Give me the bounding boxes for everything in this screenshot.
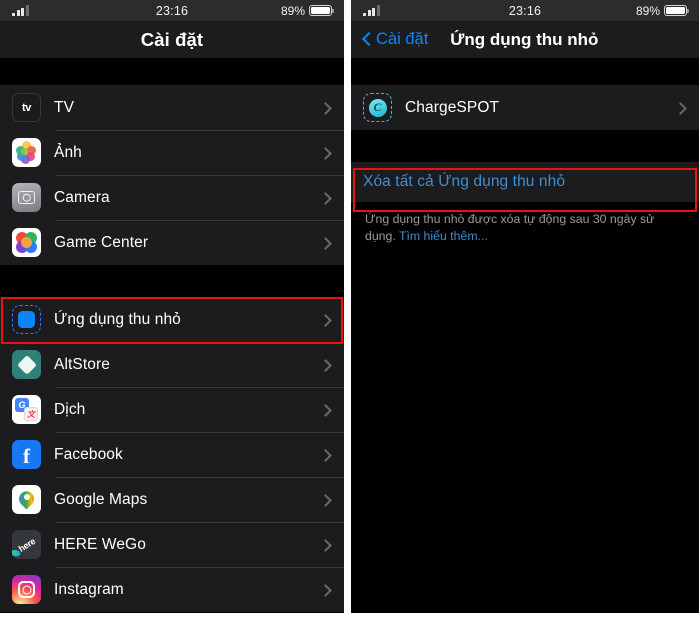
chevron-right-icon [323,235,332,250]
chevron-right-icon [323,492,332,507]
sidebar-item-facebook[interactable]: f Facebook [0,432,344,477]
chevron-right-icon [323,447,332,462]
sidebar-item-photos[interactable]: Ảnh [0,130,344,175]
chargespot-icon-label: C [368,98,387,117]
learn-more-link[interactable]: Tìm hiểu thêm... [399,229,488,243]
facebook-icon-label: f [23,443,30,468]
apple-tv-icon-label: tv [22,101,31,114]
sidebar-item-label: Camera [54,188,110,206]
nav-bar-left: Cài đặt [0,21,344,58]
apple-tv-icon: tv [12,93,41,122]
sidebar-item-altstore[interactable]: AltStore [0,342,344,387]
google-maps-icon [12,485,41,514]
battery-percent-label: 89% [280,3,305,18]
settings-group-1: tv TV Ảnh Camera Game Center [0,85,344,265]
list-top-gap [0,58,344,85]
translate-icon: G 文 [12,395,41,424]
sidebar-item-label: HERE WeGo [54,535,146,553]
sidebar-item-label: Dịch [54,400,86,418]
left-phone-screen: 23:16 89% Cài đặt tv TV Ảnh Camera Game … [0,0,344,613]
chevron-right-icon [323,582,332,597]
status-bar-right: 23:16 89% [351,0,699,21]
here-wego-icon-label: here [16,535,37,554]
settings-group-2: Ứng dụng thu nhỏ AltStore G 文 Dịch f Fac… [0,297,344,612]
facebook-icon: f [12,440,41,469]
sidebar-item-label: Ứng dụng thu nhỏ [54,310,181,328]
sidebar-item-translate[interactable]: G 文 Dịch [0,387,344,432]
chevron-right-icon [678,100,687,115]
list-group-gap [0,265,344,297]
list-top-gap [351,58,699,85]
right-phone-screen: 23:16 89% Cài đặt Ứng dụng thu nhỏ C Cha… [351,0,699,613]
sidebar-item-camera[interactable]: Camera [0,175,344,220]
instagram-icon [12,575,41,604]
sidebar-item-instagram[interactable]: Instagram [0,567,344,612]
altstore-icon [12,350,41,379]
sidebar-item-app-clips[interactable]: Ứng dụng thu nhỏ [0,297,344,342]
sidebar-item-here-wego[interactable]: here HERE WeGo [0,522,344,567]
delete-all-app-clips-button[interactable]: Xóa tất cả Ứng dụng thu nhỏ [351,162,699,202]
camera-icon [12,183,41,212]
app-clips-detail: C ChargeSPOT Xóa tất cả Ứng dụng thu nhỏ… [351,58,699,613]
footer-note: Ứng dụng thu nhỏ được xóa tự động sau 30… [351,202,699,244]
app-clips-icon [12,305,41,334]
delete-all-group: Xóa tất cả Ứng dụng thu nhỏ [351,162,699,202]
chevron-right-icon [323,190,332,205]
sidebar-item-label: Google Maps [54,490,148,508]
sidebar-item-label: Ảnh [54,143,82,161]
chevron-right-icon [323,145,332,160]
nav-bar-right: Cài đặt Ứng dụng thu nhỏ [351,21,699,58]
sidebar-item-label: TV [54,98,75,116]
back-button[interactable]: Cài đặt [363,30,428,49]
sidebar-item-label: AltStore [54,355,110,373]
sidebar-item-label: Instagram [54,580,124,598]
back-button-label: Cài đặt [376,30,429,48]
page-title: Ứng dụng thu nhỏ [450,29,599,49]
chevron-right-icon [323,537,332,552]
delete-all-app-clips-label: Xóa tất cả Ứng dụng thu nhỏ [363,173,566,190]
battery-full-icon [309,4,334,17]
chevron-right-icon [323,100,332,115]
sidebar-item-tv[interactable]: tv TV [0,85,344,130]
chevron-right-icon [323,357,332,372]
list-item-chargespot[interactable]: C ChargeSPOT [351,85,699,130]
chargespot-icon: C [363,93,392,122]
battery-percent-label: 89% [635,3,660,18]
sidebar-item-label: Facebook [54,445,123,463]
chevron-left-icon [363,32,372,48]
sidebar-item-game-center[interactable]: Game Center [0,220,344,265]
screenshot-stage: 23:16 89% Cài đặt tv TV Ảnh Camera Game … [0,0,700,641]
status-bar-left: 23:16 89% [0,0,344,21]
settings-list: tv TV Ảnh Camera Game Center Ứng dụng th… [0,58,344,613]
battery-full-icon [664,4,689,17]
chevron-right-icon [323,402,332,417]
here-wego-icon: here [12,530,41,559]
sidebar-item-label: Game Center [54,233,149,251]
chevron-right-icon [323,312,332,327]
photos-icon [12,138,41,167]
page-title: Cài đặt [140,28,204,50]
list-group-gap [351,130,699,162]
status-bar-battery-group: 89% [635,3,689,18]
translate-icon-target: 文 [24,407,38,421]
sidebar-item-google-maps[interactable]: Google Maps [0,477,344,522]
app-clip-group: C ChargeSPOT [351,85,699,130]
game-center-icon [12,228,41,257]
list-item-label: ChargeSPOT [405,98,500,116]
status-bar-battery-group: 89% [280,3,334,18]
